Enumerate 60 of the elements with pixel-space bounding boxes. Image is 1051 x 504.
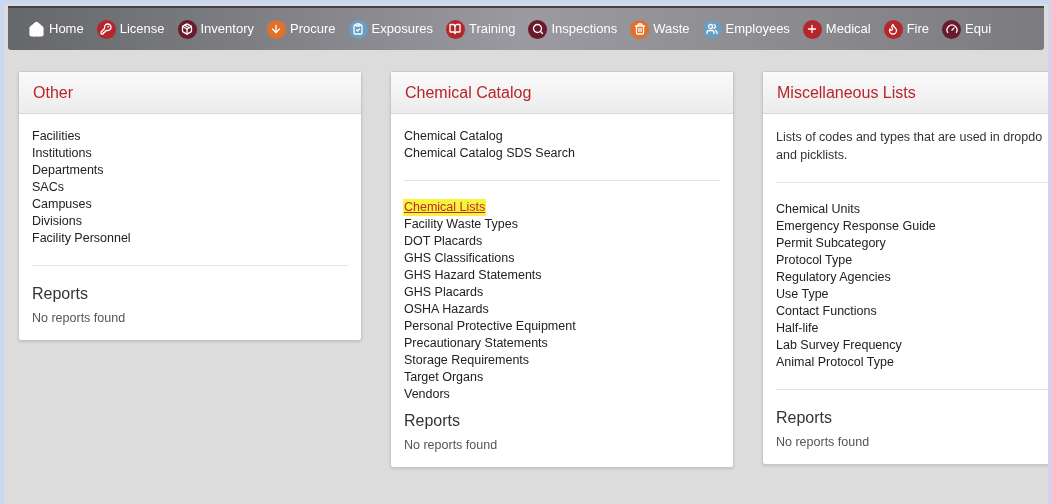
nav-link[interactable]: Fire [883, 19, 930, 39]
list-link[interactable]: Lab Survey Frequency [776, 337, 902, 354]
trash-icon [630, 19, 650, 39]
nav-link[interactable]: Procure [267, 19, 336, 39]
reports-heading: Reports [32, 284, 90, 304]
nav-link[interactable]: Inventory [177, 19, 254, 39]
list-link[interactable]: GHS Hazard Statements [404, 267, 542, 284]
list-link[interactable]: Precautionary Statements [404, 335, 548, 352]
nav-link[interactable]: Equi [942, 19, 992, 39]
empty-reports-message: No reports found [32, 310, 127, 326]
list-link[interactable]: Campuses [32, 196, 92, 213]
flame-icon [883, 19, 903, 39]
list-link[interactable]: GHS Placards [404, 284, 484, 301]
people-icon [702, 19, 722, 39]
panel-description: Lists of codes and types that are used in dropdo and picklists. [776, 129, 1044, 164]
list-link[interactable]: Chemical Units [776, 201, 861, 218]
arrow-down-icon [267, 19, 286, 39]
list-link[interactable]: Facilities [32, 128, 81, 145]
list-link[interactable]: SACs [32, 179, 64, 196]
list-link[interactable]: Emergency Response Guide [776, 218, 936, 235]
list-link[interactable]: DOT Placards [404, 233, 483, 250]
search-icon [528, 19, 548, 39]
panel-title: Miscellaneous Lists [777, 82, 916, 103]
empty-reports-message: No reports found [404, 437, 499, 453]
list-link[interactable]: Use Type [776, 286, 829, 303]
empty-reports-message: No reports found [776, 434, 871, 450]
list-link[interactable]: Contact Functions [776, 303, 877, 320]
list-link[interactable]: Divisions [32, 213, 82, 230]
box-icon [177, 19, 197, 39]
list-link[interactable]: Target Organs [404, 369, 484, 386]
list-link[interactable]: Departments [32, 162, 104, 179]
key-icon [96, 19, 116, 39]
panel-title: Other [33, 82, 73, 103]
list-link[interactable]: Protocol Type [776, 252, 853, 269]
list-link[interactable]: Chemical Lists [403, 199, 487, 216]
cross-icon [802, 19, 822, 39]
list-link[interactable]: GHS Classifications [404, 250, 515, 267]
list-link[interactable]: Chemical Catalog [404, 128, 503, 145]
clipboard-icon [348, 19, 368, 39]
nav-link[interactable]: License [96, 19, 165, 39]
list-link[interactable]: Facility Personnel [32, 230, 131, 247]
list-link[interactable]: Institutions [32, 145, 92, 162]
panel-title: Chemical Catalog [405, 82, 532, 103]
nav-link[interactable]: Home [28, 19, 84, 39]
list-link[interactable]: OSHA Hazards [404, 301, 489, 318]
reports-heading: Reports [404, 411, 462, 431]
list-link[interactable]: Permit Subcategory [776, 235, 886, 252]
list-link[interactable]: Animal Protocol Type [776, 354, 894, 371]
list-link[interactable]: Regulatory Agencies [776, 269, 891, 286]
reader-icon [445, 19, 465, 39]
list-link[interactable]: Half-life [776, 320, 819, 337]
list-link[interactable]: Chemical Catalog SDS Search [404, 145, 575, 162]
list-link[interactable]: Personal Protective Equipment [404, 318, 576, 335]
list-link[interactable]: Vendors [404, 386, 450, 403]
list-link[interactable]: Storage Requirements [404, 352, 530, 369]
home-icon [28, 20, 45, 38]
reports-heading: Reports [776, 408, 834, 428]
list-link[interactable]: Facility Waste Types [404, 216, 518, 233]
nav-link[interactable]: Medical [802, 19, 871, 39]
gauge-icon [942, 19, 962, 39]
